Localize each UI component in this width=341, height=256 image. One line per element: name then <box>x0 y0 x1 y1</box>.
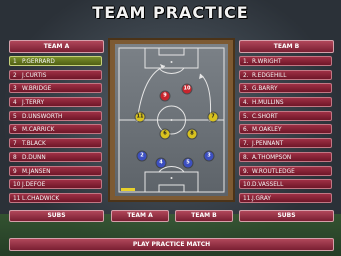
player-row[interactable]: 1 P.GERRARD <box>9 56 102 66</box>
player-marker-blue[interactable]: 3 <box>204 151 214 161</box>
player-number: 7. <box>243 141 249 148</box>
player-marker-blue[interactable]: 5 <box>183 158 193 168</box>
player-number: 8. <box>243 154 249 161</box>
team-b-header: TEAM B <box>239 40 334 53</box>
player-number: 5 <box>13 113 17 120</box>
player-row[interactable]: 5. C.SHORT <box>239 110 332 121</box>
player-number: 3. <box>243 86 249 93</box>
player-row[interactable]: 2. R.EDGEHILL <box>239 69 332 80</box>
player-name: L.CHADWICK <box>22 195 60 202</box>
player-marker-blue[interactable]: 4 <box>156 158 166 168</box>
player-number: 5. <box>243 113 249 120</box>
player-number: 8 <box>13 154 17 161</box>
goal-area-top <box>158 47 185 56</box>
centre-spot <box>170 119 173 121</box>
player-row[interactable]: 8. A.THOMPSON <box>239 151 332 162</box>
player-row[interactable]: 4. H.MULLINS <box>239 97 332 108</box>
penalty-arc-top <box>158 67 185 74</box>
player-number: 10 <box>13 182 21 189</box>
player-name: M.JANSEN <box>22 168 51 175</box>
player-marker-blue[interactable]: 2 <box>137 151 147 161</box>
player-number: 6 <box>13 127 17 134</box>
player-row[interactable]: 1. R.WRIGHT <box>239 56 332 66</box>
player-marker-yellow[interactable]: 6 <box>160 129 170 139</box>
player-number: 1 <box>13 59 17 65</box>
player-row[interactable]: 3. G.BARRY <box>239 83 332 94</box>
player-name: J.CURTIS <box>22 72 47 79</box>
player-number: 10. <box>243 182 253 189</box>
player-number: 3 <box>13 86 17 93</box>
player-marker-yellow[interactable]: 11 <box>135 112 145 122</box>
player-name: J.GRAY <box>252 195 271 202</box>
penalty-area-top <box>144 47 199 69</box>
player-name: J.DEFOE <box>22 182 46 189</box>
player-name: W.ROUTLEDGE <box>252 168 295 175</box>
player-number: 2. <box>243 72 249 79</box>
player-name: T.BLACK <box>22 141 46 148</box>
player-row[interactable]: 9 M.JANSEN <box>9 165 102 176</box>
team-b-button[interactable]: TEAM B <box>175 210 233 222</box>
player-marker-red[interactable]: 10 <box>182 84 192 94</box>
player-name: J.PENNANT <box>252 141 284 148</box>
player-marker-yellow[interactable]: 7 <box>208 112 218 122</box>
player-name: M.OAKLEY <box>252 127 282 134</box>
penalty-arc-bottom <box>158 166 185 173</box>
player-row[interactable]: 5 D.UNSWORTH <box>9 110 102 121</box>
player-row[interactable]: 2 J.CURTIS <box>9 69 102 80</box>
player-number: 4 <box>13 100 17 107</box>
player-row[interactable]: 7 T.BLACK <box>9 138 102 149</box>
yellow-bar-marker <box>121 188 135 191</box>
player-name: D.DUNN <box>22 154 46 161</box>
player-marker-yellow[interactable]: 8 <box>187 129 197 139</box>
pitch-board: 9 10 11 6 8 7 2 4 5 3 <box>108 38 235 202</box>
player-name: G.BARRY <box>252 86 278 93</box>
player-name: P.GERRARD <box>22 59 55 65</box>
player-row[interactable]: 11 L.CHADWICK <box>9 192 102 203</box>
player-name: C.SHORT <box>252 113 278 120</box>
player-number: 2 <box>13 72 17 79</box>
page-title: TEAM PRACTICE <box>92 3 249 22</box>
player-row[interactable]: 10 J.DEFOE <box>9 179 102 190</box>
player-name: R.EDGEHILL <box>252 72 287 79</box>
player-number: 4. <box>243 100 249 107</box>
player-row[interactable]: 8 D.DUNN <box>9 151 102 162</box>
team-b-player-list: 1. R.WRIGHT 2. R.EDGEHILL 3. G.BARRY 4. H.MULLI… <box>239 56 332 207</box>
player-row[interactable]: 6 M.CARRICK <box>9 124 102 135</box>
player-number: 9. <box>243 168 249 175</box>
player-name: J.TERRY <box>22 100 44 107</box>
player-marker-red[interactable]: 9 <box>160 91 170 101</box>
penalty-area-bottom <box>144 171 199 193</box>
team-a-header: TEAM A <box>9 40 104 53</box>
player-name: A.THOMPSON <box>252 154 292 161</box>
player-row[interactable]: 11.J.GRAY <box>239 192 332 203</box>
pitch[interactable]: 9 10 11 6 8 7 2 4 5 3 <box>115 44 228 196</box>
player-name: R.WRIGHT <box>252 59 282 65</box>
player-row[interactable]: 7. J.PENNANT <box>239 138 332 149</box>
player-number: 11. <box>243 195 253 202</box>
play-practice-match-button[interactable]: PLAY PRACTICE MATCH <box>9 238 334 251</box>
player-row[interactable]: 4 J.TERRY <box>9 97 102 108</box>
player-number: 9 <box>13 168 17 175</box>
team-a-player-list: 1 P.GERRARD 2 J.CURTIS 3 W.BRIDGE 4 J.TERRY 5 D.U… <box>9 56 102 207</box>
player-name: D.UNSWORTH <box>22 113 63 120</box>
subs-b-button[interactable]: SUBS <box>239 210 334 222</box>
goal-area-bottom <box>158 184 185 193</box>
player-number: 6. <box>243 127 249 134</box>
player-row[interactable]: 6. M.OAKLEY <box>239 124 332 135</box>
player-name: W.BRIDGE <box>22 86 52 93</box>
player-name: D.VASSELL <box>252 182 284 189</box>
team-a-button[interactable]: TEAM A <box>111 210 169 222</box>
player-number: 11 <box>13 195 21 202</box>
subs-a-button[interactable]: SUBS <box>9 210 104 222</box>
player-row[interactable]: 3 W.BRIDGE <box>9 83 102 94</box>
player-number: 1. <box>243 59 249 65</box>
player-row[interactable]: 10.D.VASSELL <box>239 179 332 190</box>
player-number: 7 <box>13 141 17 148</box>
player-name: H.MULLINS <box>252 100 284 107</box>
player-row[interactable]: 9. W.ROUTLEDGE <box>239 165 332 176</box>
player-name: M.CARRICK <box>22 127 55 134</box>
